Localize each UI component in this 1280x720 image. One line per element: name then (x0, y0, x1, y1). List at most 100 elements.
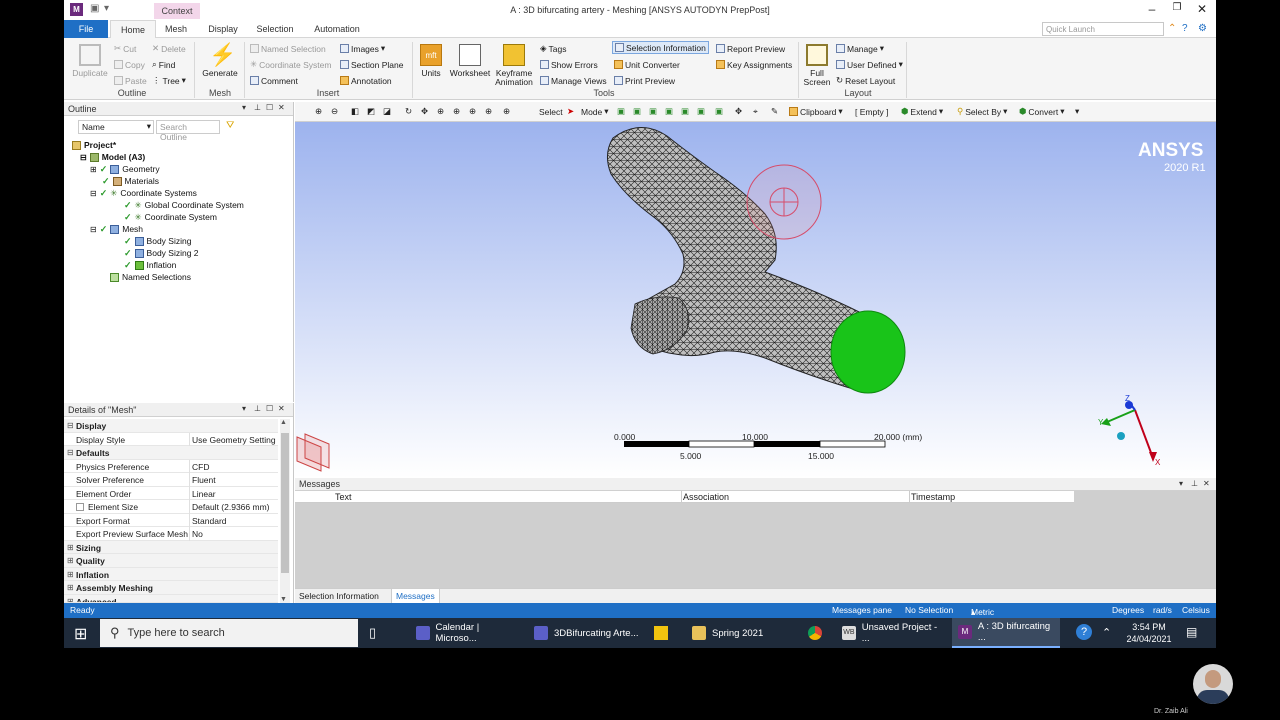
caret-up-icon[interactable]: ⌃ (1168, 23, 1176, 34)
convert-button[interactable]: ⬢ Convert ▾ (1019, 105, 1064, 118)
details-row-sizing[interactable]: ⊞ Sizing (64, 540, 278, 554)
column-timestamp[interactable]: Timestamp (911, 492, 955, 502)
manage-views-button[interactable]: Manage Views (540, 74, 607, 87)
help-icon[interactable]: ? (1076, 624, 1092, 640)
restore-icon[interactable]: ❐ (1167, 2, 1187, 13)
report-preview-button[interactable]: Report Preview (716, 42, 785, 55)
taskbar-app-meshing[interactable]: MA : 3D bifurcating ... (952, 618, 1060, 648)
tab-selection-information[interactable]: Selection Information (299, 591, 379, 601)
tree-item-model[interactable]: ⊟ Model (A3) (80, 151, 145, 163)
close-panel-icon[interactable]: ✕ (278, 404, 285, 413)
scope-icon[interactable]: ⌖ (753, 105, 758, 118)
help-icon[interactable]: ? (1182, 23, 1188, 34)
tree-item-body-sizing[interactable]: ✓ Body Sizing (124, 235, 191, 247)
named-selection-button[interactable]: Named Selection (250, 42, 326, 55)
quick-launch-input[interactable]: Quick Launch (1042, 22, 1164, 36)
duplicate-button[interactable]: Duplicate (68, 42, 112, 78)
details-scrollbar[interactable]: ▲ ▼ (280, 419, 290, 603)
element-face-select-icon[interactable]: ▣ (715, 105, 723, 118)
zoom-to-fit-icon[interactable]: ⊕ (485, 105, 492, 118)
filter-icon[interactable]: ⛛ (226, 120, 234, 131)
tree-item-mesh[interactable]: ⊟ ✓ Mesh (90, 223, 143, 235)
tab-messages[interactable]: Messages (391, 589, 440, 604)
details-row-export-preview-surface-mesh[interactable]: Export Preview Surface Mesh No (64, 527, 278, 541)
annotate-icon[interactable]: ✎ (771, 105, 778, 118)
taskbar-clock[interactable]: 3:54 PM 24/04/2021 (1124, 621, 1174, 645)
zoom-fit-icon[interactable]: ⊕ (453, 105, 460, 118)
select-by-button[interactable]: ⚲ Select By ▾ (957, 105, 1007, 118)
element-size-checkbox[interactable] (76, 503, 84, 511)
chevron-down-icon[interactable]: ▾ (1179, 479, 1183, 488)
angular-velocity-units[interactable]: rad/s (1153, 605, 1172, 615)
find-button[interactable]: ⌕ Find (152, 58, 175, 71)
body-select-icon[interactable]: ▣ (665, 105, 673, 118)
search-outline-input[interactable]: Search Outline (156, 120, 220, 142)
column-association[interactable]: Association (683, 492, 729, 502)
graphics-viewport[interactable]: ANSYS 2020 R1 0.000 10.000 20.000 (mm) 5… (295, 122, 1216, 478)
details-row-element-size[interactable]: Element Size Default (2.9366 mm) (64, 500, 278, 514)
taskbar-app-unsaved-project[interactable]: WB Unsaved Project - ... (836, 618, 946, 648)
details-row-physics-preference[interactable]: Physics Preference CFD (64, 459, 278, 473)
tags-button[interactable]: ◈ Tags (540, 42, 567, 55)
tab-home[interactable]: Home (110, 20, 156, 38)
settings-icon[interactable]: ⚙ (1198, 23, 1207, 34)
scrollbar-thumb[interactable] (281, 433, 289, 573)
section-plane-view-icon[interactable] (296, 433, 330, 472)
select-button[interactable]: Select (539, 105, 563, 118)
unit-converter-button[interactable]: Unit Converter (614, 58, 680, 71)
generate-mesh-button[interactable]: ⚡ Generate (198, 42, 242, 78)
task-view-icon[interactable]: ▯ (369, 625, 376, 641)
coordinate-system-button[interactable]: ✳ Coordinate System (250, 58, 331, 71)
vertex-select-icon[interactable]: ▣ (617, 105, 625, 118)
delete-button[interactable]: ✕ Delete (152, 42, 186, 55)
details-row-export-format[interactable]: Export Format Standard (64, 513, 278, 527)
full-screen-button[interactable]: Full Screen (802, 42, 832, 87)
maximize-icon[interactable]: ☐ (266, 404, 273, 413)
taskbar-app-calendar[interactable]: Calendar | Microso... (410, 618, 520, 648)
mode-cursor-icon[interactable]: ➤ (567, 105, 574, 118)
tree-item-body-sizing-2[interactable]: ✓ Body Sizing 2 (124, 247, 199, 259)
pin-icon[interactable]: ⊥ (254, 404, 261, 413)
face-select-icon[interactable]: ▣ (649, 105, 657, 118)
angle-units[interactable]: Degrees (1112, 605, 1144, 615)
reset-layout-button[interactable]: ↻ Reset Layout (836, 74, 895, 87)
selection-information-button[interactable]: Selection Information (612, 41, 709, 54)
toolbar-overflow-icon[interactable]: ▾ (1075, 105, 1079, 118)
details-row-quality[interactable]: ⊞ Quality (64, 554, 278, 568)
keyframe-animation-button[interactable]: Keyframe Animation (492, 42, 536, 87)
details-row-solver-preference[interactable]: Solver Preference Fluent (64, 473, 278, 487)
rotate-icon[interactable]: ↻ (405, 105, 412, 118)
taskbar-search-box[interactable]: ⚲ Type here to search (100, 619, 358, 647)
copy-button[interactable]: Copy (114, 58, 145, 71)
worksheet-button[interactable]: Worksheet (448, 42, 492, 78)
shaded-view-icon[interactable]: ◩ (367, 105, 375, 118)
close-panel-icon[interactable]: ✕ (1203, 479, 1210, 488)
images-button[interactable]: Images ▾ (340, 42, 385, 55)
zoom-out-icon[interactable]: ⊕ (469, 105, 476, 118)
zoom-in-icon[interactable]: ⊕ (437, 105, 444, 118)
tree-item-materials[interactable]: ✓ Materials (102, 175, 159, 187)
tab-file[interactable]: File (64, 20, 108, 38)
messages-pane-toggle[interactable]: Messages pane (832, 605, 892, 615)
mode-button[interactable]: Mode ▾ (581, 105, 609, 118)
chevron-down-icon[interactable]: ▾ (242, 103, 246, 112)
tree-item-named-selections[interactable]: Named Selections (110, 271, 191, 283)
minimize-icon[interactable]: – (1142, 2, 1162, 16)
zoom-icon[interactable]: ⊕ (315, 105, 322, 118)
tree-item-coordinate-systems[interactable]: ⊟ ✓ ✳ Coordinate Systems (90, 187, 197, 199)
tab-automation[interactable]: Automation (309, 20, 365, 38)
details-row-assembly-meshing[interactable]: ⊞ Assembly Meshing (64, 581, 278, 595)
manage-button[interactable]: Manage ▾ (836, 42, 884, 55)
clipboard-button[interactable]: Clipboard ▾ (789, 105, 843, 118)
extend-button[interactable]: ⬢ Extend ▾ (901, 105, 943, 118)
tab-display[interactable]: Display (200, 20, 246, 38)
tab-selection[interactable]: Selection (250, 20, 300, 38)
tree-item-project[interactable]: Project* (72, 139, 116, 151)
tree-item-inflation[interactable]: ✓ Inflation (124, 259, 176, 271)
comment-button[interactable]: Comment (250, 74, 298, 87)
paste-button[interactable]: Paste (114, 74, 147, 87)
print-preview-button[interactable]: Print Preview (614, 74, 675, 87)
taskbar-app-3dbifurcating[interactable]: 3DBifurcating Arte... (528, 618, 640, 648)
maximize-icon[interactable]: ☐ (266, 103, 273, 112)
sticky-notes-icon[interactable] (654, 626, 668, 640)
